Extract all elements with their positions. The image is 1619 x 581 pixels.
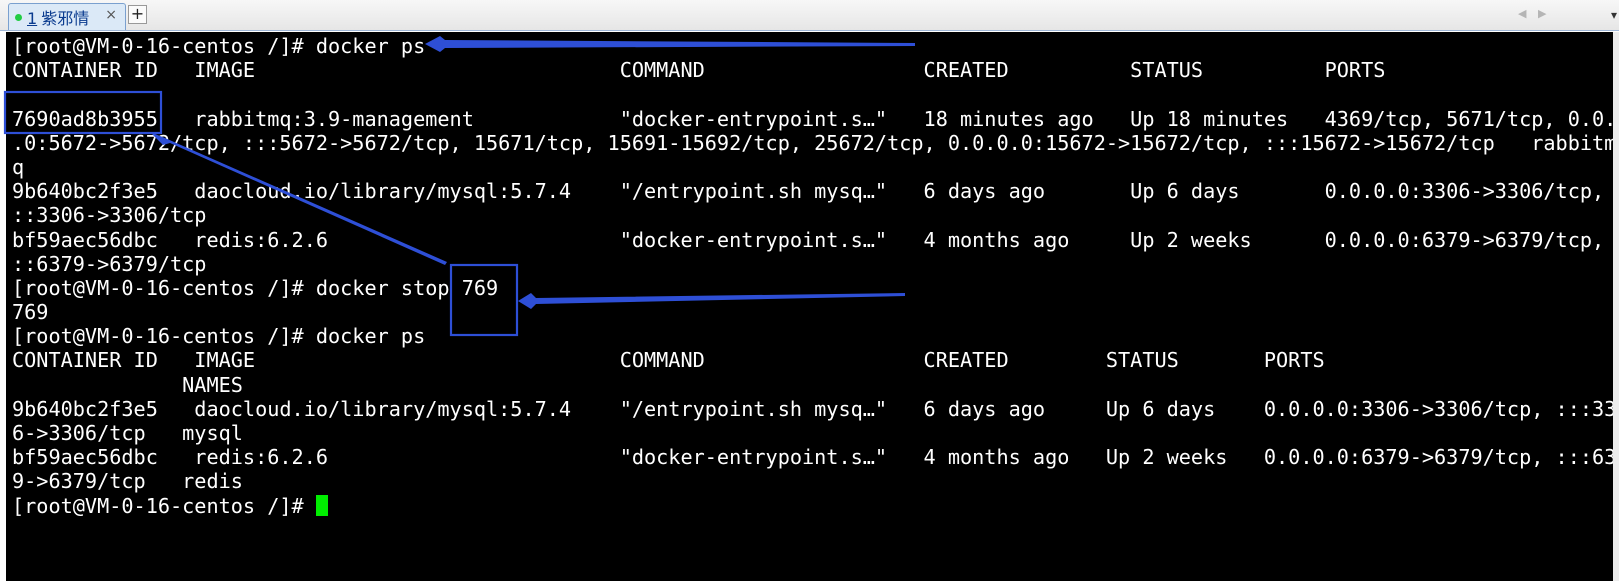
annotation-box-stop-id: [449, 263, 519, 337]
annotation-overlay: [3, 36, 915, 337]
annotation-arrow-docker-ps: [425, 36, 915, 52]
annotation-arrow-stop-id: [518, 293, 905, 309]
annotation-arrow-diagonal: [150, 132, 447, 265]
annotation-box-container-id: [3, 90, 163, 135]
